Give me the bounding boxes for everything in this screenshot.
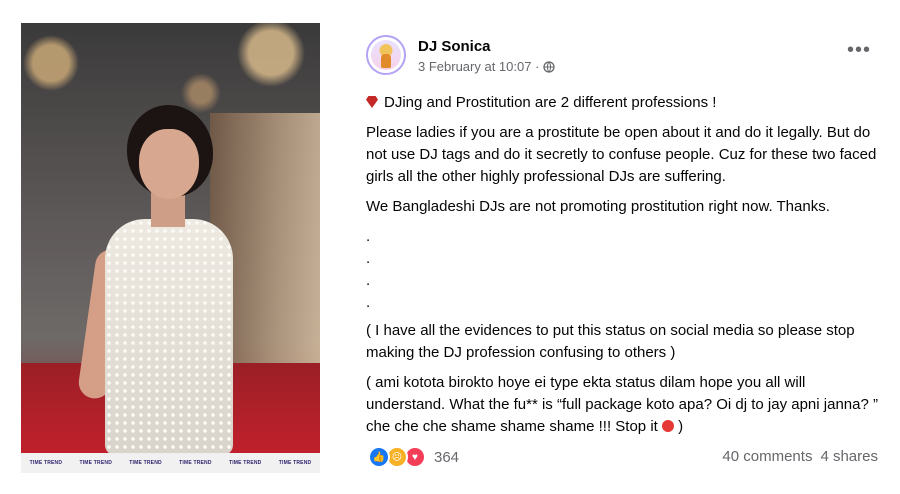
sponsor-logo-strip: TIME TREND TIME TREND TIME TREND TIME TR… [21, 453, 320, 473]
post-body: DJing and Prostitution are 2 different p… [366, 92, 886, 438]
post-timestamp[interactable]: 3 February at 10:07 · [418, 59, 539, 74]
author-avatar[interactable] [366, 35, 406, 75]
like-reaction-icon: 👍 [368, 446, 390, 468]
dot-line: . [366, 294, 371, 311]
more-options-icon[interactable]: ••• [847, 40, 871, 60]
red-gem-icon [366, 96, 378, 108]
post-photo[interactable]: TIME TREND TIME TREND TIME TREND TIME TR… [21, 23, 320, 473]
author-name[interactable]: DJ Sonica [418, 38, 491, 55]
globe-icon [543, 60, 556, 73]
dot-line: . [366, 272, 371, 289]
post-paragraph: ( ami kotota birokto hoye ei type ekta s… [366, 372, 886, 438]
sponsor-logo: TIME TREND [129, 460, 162, 466]
avatar-figure [381, 54, 391, 68]
sponsor-logo: TIME TREND [29, 460, 63, 466]
paragraph-text: ) [678, 418, 684, 435]
comments-count[interactable]: 40 comments [722, 448, 812, 465]
dot-line: . [366, 250, 371, 267]
sponsor-logo: TIME TREND [179, 460, 212, 466]
shares-count[interactable]: 4 shares [820, 448, 878, 465]
post-paragraph: ( I have all the evidences to put this s… [366, 322, 855, 361]
post-paragraph: Please ladies if you are a prostitute be… [366, 124, 877, 185]
red-circle-icon [662, 420, 674, 432]
paragraph-text: DJing and Prostitution are 2 different p… [384, 94, 717, 111]
reactions-summary[interactable]: 👍 ☹ ♥ 364 [368, 446, 459, 468]
dot-separator: . . . . [366, 226, 886, 314]
white-dress [105, 219, 233, 455]
model-face [139, 129, 199, 199]
dot-line: . [366, 228, 371, 245]
sponsor-logo: TIME TREND [228, 460, 262, 466]
engagement-stats: 40 comments 4 shares [722, 448, 878, 465]
sponsor-logo: TIME TREND [79, 460, 113, 466]
post-paragraph: DJing and Prostitution are 2 different p… [366, 92, 886, 114]
post-paragraph: We Bangladeshi DJs are not promoting pro… [366, 198, 830, 215]
sponsor-logo: TIME TREND [278, 460, 312, 466]
post-meta: 3 February at 10:07 · [418, 59, 556, 74]
paragraph-text: ( ami kotota birokto hoye ei type ekta s… [366, 374, 878, 435]
reactions-count[interactable]: 364 [434, 449, 459, 466]
